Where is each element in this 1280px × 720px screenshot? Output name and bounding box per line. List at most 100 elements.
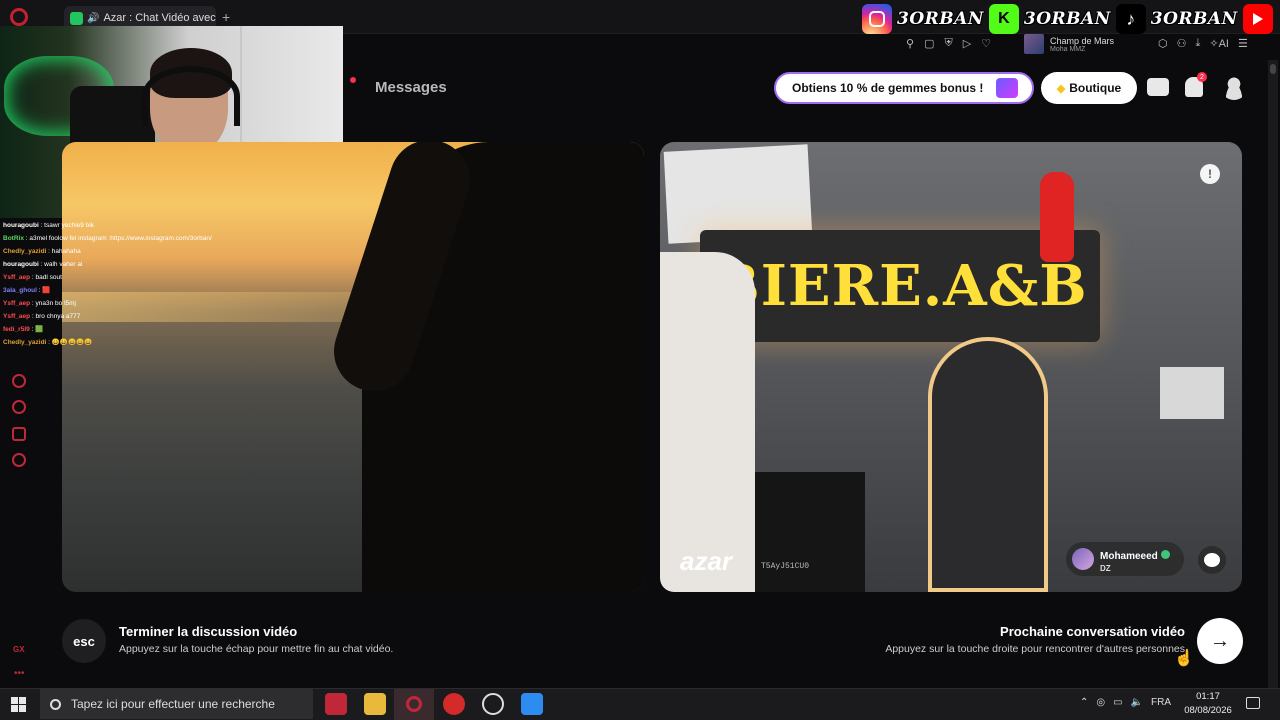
music-player[interactable]: Champ de Mars Moha MMZ xyxy=(1024,34,1114,54)
speaker-icon[interactable]: 🔊 xyxy=(87,13,99,24)
download-icon[interactable]: ⤓ xyxy=(1195,37,1200,50)
report-icon[interactable]: ! xyxy=(1200,164,1220,184)
chat-button[interactable] xyxy=(1198,546,1226,574)
boutique-label: Boutique xyxy=(1069,81,1122,95)
file-explorer-icon[interactable] xyxy=(364,693,386,715)
volume-icon[interactable]: 🔈 xyxy=(1131,697,1143,708)
chat-username: Chedly_yazidi xyxy=(3,248,47,255)
shield-icon[interactable]: ⛨ xyxy=(944,37,952,50)
obs-icon[interactable] xyxy=(482,693,504,715)
profile-icon[interactable]: ⚇ xyxy=(1177,37,1187,50)
tab-favicon-icon xyxy=(70,11,83,25)
promo-banner[interactable]: Obtiens 10 % de gemmes bonus ! xyxy=(774,72,1034,104)
red-app-icon[interactable] xyxy=(443,693,465,715)
music-artist: Moha MMZ xyxy=(1050,45,1086,53)
settings-icon[interactable] xyxy=(12,453,26,467)
partner-profile-pill[interactable]: Mohameeed DZ xyxy=(1066,542,1184,576)
windows-start-icon[interactable] xyxy=(11,697,26,712)
search-placeholder: Tapez ici pour effectuer une recherche xyxy=(71,697,275,711)
tiktok-icon: ♪ xyxy=(1115,4,1146,34)
chat-text: : hahahaha xyxy=(46,248,81,255)
notification-badge: 2 xyxy=(1197,72,1207,82)
chat-message: Chedly_yazidi : 😄😄😄😄😄 xyxy=(3,336,303,349)
profile-avatar[interactable] xyxy=(1221,74,1247,100)
voice-meeter-app-icon[interactable] xyxy=(325,693,347,715)
chat-bubble-icon xyxy=(1204,553,1220,567)
counter xyxy=(755,472,865,592)
browser-right-tools: ⬡ ⚇ ⤓ ✧AI ☰ xyxy=(1158,37,1248,50)
chat-message: Chedly_yazidi : hahahaha xyxy=(3,245,303,258)
album-art xyxy=(1024,34,1044,54)
chat-username: 3ala_ghoul xyxy=(3,287,37,294)
promo-text: Obtiens 10 % de gemmes bonus ! xyxy=(792,81,984,95)
esc-button[interactable]: esc xyxy=(62,619,106,663)
chat-text: : tsawr yechie9 bik xyxy=(38,222,95,229)
chevron-up-icon[interactable]: ⌃ xyxy=(1080,697,1088,708)
opera-logo-icon[interactable] xyxy=(10,8,28,26)
chat-text: : bro chnya a777 xyxy=(30,313,81,320)
network-icon[interactable]: ▭ xyxy=(1113,697,1122,708)
snapshot-icon[interactable]: ▢ xyxy=(924,37,934,50)
partner-id: T5AyJ51CU0 xyxy=(761,562,810,571)
chat-message: fedi_r5l9 : 🟩 xyxy=(3,323,303,336)
end-chat-subtitle: Appuyez sur la touche échap pour mettre … xyxy=(119,643,394,655)
chat-username: Chedly_yazidi xyxy=(3,339,47,346)
play-icon[interactable]: ▷ xyxy=(963,37,971,50)
chat-message: 3ala_ghoul : 🟥 xyxy=(3,284,303,297)
tab-title: Azar : Chat Vidéo avec xyxy=(103,12,216,24)
notification-center-icon[interactable] xyxy=(1246,697,1260,709)
chat-username: houragoubi xyxy=(3,222,39,229)
menu-icon[interactable]: ☰ xyxy=(1238,37,1248,50)
chat-username: houragoubi xyxy=(3,261,39,268)
verified-icon xyxy=(1160,549,1170,559)
scrollbar[interactable] xyxy=(1268,60,1278,690)
chat-message: Ysff_aep : bro chnya a777 xyxy=(3,310,303,323)
taskbar-search[interactable]: Tapez ici pour effectuer une recherche xyxy=(40,689,313,719)
language-indicator[interactable]: FRA xyxy=(1151,697,1171,708)
more-dots[interactable]: ••• xyxy=(14,668,25,679)
inbox-icon[interactable] xyxy=(1147,78,1169,96)
extensions-side-icon[interactable] xyxy=(12,427,26,441)
tray-app-icon[interactable]: ◎ xyxy=(1096,697,1105,708)
wall-cabinet xyxy=(1160,367,1224,419)
instagram-icon xyxy=(862,4,892,34)
music-title: Champ de Mars xyxy=(1050,35,1115,46)
chat-username: fedi_r5l9 xyxy=(3,326,30,333)
partner-name: Mohameeed xyxy=(1100,550,1158,562)
partner-person xyxy=(660,252,755,592)
headset xyxy=(142,66,240,126)
instagram-handle: 3ORBAN xyxy=(897,9,984,29)
new-tab-button[interactable]: + xyxy=(222,9,230,25)
blue-app-icon[interactable] xyxy=(521,693,543,715)
chat-text: : 😄😄😄😄😄 xyxy=(46,339,93,346)
ai-button[interactable]: ✧AI xyxy=(1209,37,1229,50)
search-icon xyxy=(50,698,61,710)
next-chat-title: Prochaine conversation vidéo xyxy=(1000,624,1185,639)
system-tray: ⌃ ◎ ▭ 🔈 FRA xyxy=(1080,697,1171,708)
pin-icon[interactable]: ⚲ xyxy=(906,37,914,50)
record-icon[interactable] xyxy=(12,374,26,388)
taskbar-clock[interactable]: 01:17 08/08/2026 xyxy=(1182,690,1234,718)
chat-username: Ysff_aep xyxy=(3,274,31,281)
history-icon[interactable] xyxy=(12,400,26,414)
boutique-button[interactable]: ◆ Boutique xyxy=(1041,72,1137,104)
date: 08/08/2026 xyxy=(1184,705,1232,716)
kick-icon: K xyxy=(988,4,1019,34)
gx-label[interactable]: GX xyxy=(13,645,25,654)
end-chat-title: Terminer la discussion vidéo xyxy=(119,624,298,639)
extensions-icon[interactable]: ⬡ xyxy=(1158,37,1168,50)
opera-gx-taskbar-icon[interactable] xyxy=(394,689,434,720)
chat-message: BotRix : a3mel foolow fel instagram :htt… xyxy=(3,232,303,245)
azar-logo: azar xyxy=(680,546,733,576)
chat-text: : walh vaher ai xyxy=(38,261,83,268)
scrollbar-thumb[interactable] xyxy=(1270,64,1276,74)
chat-text: : yna3n bo l5mj xyxy=(30,300,76,307)
social-overlay: 3ORBAN K 3ORBAN ♪ 3ORBAN xyxy=(862,4,1273,34)
partner-country: DZ xyxy=(1100,563,1111,573)
next-button[interactable]: → xyxy=(1197,618,1243,664)
chat-text: : a3mel foolow fel instagram :https://ww… xyxy=(23,235,212,242)
heart-icon[interactable]: ♡ xyxy=(981,37,991,50)
nav-messages[interactable]: Messages xyxy=(375,79,447,96)
chat-message: Ysff_aep : yna3n bo l5mj xyxy=(3,297,303,310)
mirror xyxy=(928,337,1048,592)
